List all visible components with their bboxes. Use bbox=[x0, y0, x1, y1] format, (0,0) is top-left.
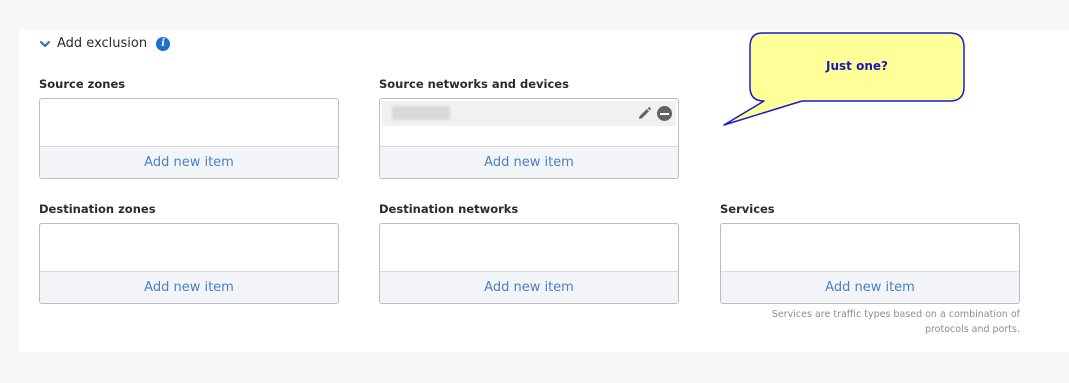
destination-zones-add-button[interactable]: Add new item bbox=[40, 271, 338, 303]
destination-networks-add-button[interactable]: Add new item bbox=[380, 271, 678, 303]
speech-bubble-shape bbox=[723, 32, 965, 126]
remove-icon[interactable] bbox=[657, 106, 672, 121]
destination-networks-box: Add new item bbox=[379, 223, 679, 304]
source-networks-box: Add new item bbox=[379, 98, 679, 179]
source-networks-label: Source networks and devices bbox=[379, 77, 569, 91]
source-networks-add-button[interactable]: Add new item bbox=[380, 146, 678, 178]
annotation-callout: Just one? bbox=[722, 31, 968, 129]
destination-zones-label: Destination zones bbox=[39, 202, 156, 216]
services-list bbox=[721, 224, 1019, 274]
destination-networks-list bbox=[380, 224, 678, 274]
callout-text: Just one? bbox=[826, 59, 888, 73]
info-icon[interactable]: i bbox=[156, 36, 171, 51]
source-networks-list bbox=[380, 99, 678, 149]
services-label: Services bbox=[720, 202, 775, 216]
services-hint-line2: protocols and ports. bbox=[924, 324, 1020, 335]
pencil-icon[interactable] bbox=[636, 106, 652, 122]
redacted-item-value bbox=[392, 106, 450, 120]
source-zones-box: Add new item bbox=[39, 98, 339, 179]
services-hint: Services are traffic types based on a co… bbox=[720, 307, 1020, 337]
destination-networks-label: Destination networks bbox=[379, 202, 519, 216]
list-item bbox=[382, 101, 676, 126]
source-zones-label: Source zones bbox=[39, 77, 126, 91]
services-add-button[interactable]: Add new item bbox=[721, 271, 1019, 303]
services-box: Add new item bbox=[720, 223, 1020, 304]
section-title: Add exclusion bbox=[57, 36, 148, 51]
source-zones-add-button[interactable]: Add new item bbox=[40, 146, 338, 178]
destination-zones-list bbox=[40, 224, 338, 274]
source-zones-list bbox=[40, 99, 338, 149]
services-hint-line1: Services are traffic types based on a co… bbox=[771, 309, 1020, 320]
destination-zones-box: Add new item bbox=[39, 223, 339, 304]
chevron-down-icon bbox=[39, 40, 51, 47]
add-exclusion-toggle[interactable]: Add exclusion i bbox=[39, 36, 171, 51]
